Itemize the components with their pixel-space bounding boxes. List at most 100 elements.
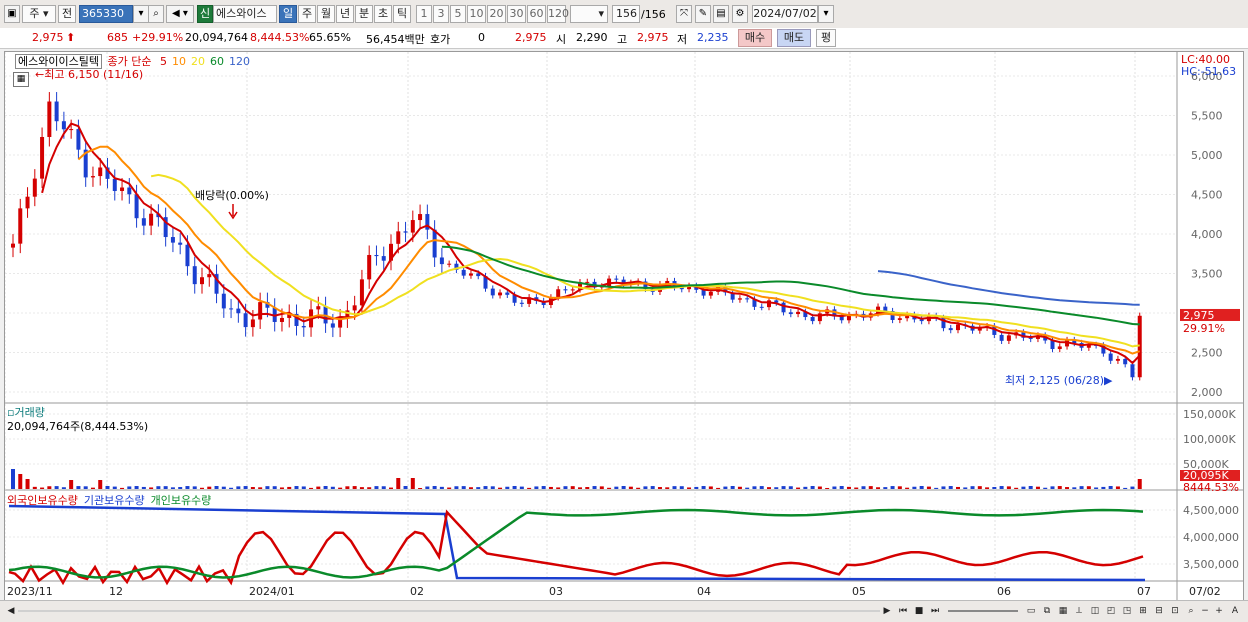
volume-bar: [156, 486, 161, 489]
tool5-icon[interactable]: ⊟: [1152, 604, 1166, 618]
foreign-line: [8, 509, 1144, 586]
interval-button-0[interactable]: 1: [416, 5, 432, 23]
split-icon[interactable]: ⧉: [1040, 604, 1054, 618]
interval-button-4[interactable]: 20: [487, 5, 506, 23]
market-select[interactable]: 주 ▾: [22, 5, 56, 23]
search-icon[interactable]: ⌕: [148, 5, 164, 23]
high-note-text: 최고 6,150 (11/16): [44, 68, 144, 81]
trade-amount: 56,454백만: [366, 33, 425, 46]
interval-button-3[interactable]: 10: [467, 5, 486, 23]
volume-bar: [345, 486, 350, 489]
volume-bar: [534, 486, 539, 489]
save-icon[interactable]: ▤: [713, 5, 729, 23]
tool3-icon[interactable]: ◳: [1120, 604, 1134, 618]
layout-icon[interactable]: ▣: [4, 5, 20, 23]
volume-summary: 20,094,764주(8,444.53%): [7, 420, 149, 433]
current-price-tag: 2,975: [1183, 309, 1215, 322]
tool6-icon[interactable]: ⊡: [1168, 604, 1182, 618]
volume-value: 20,094,764: [185, 31, 248, 44]
period-button-2[interactable]: 월: [317, 5, 335, 23]
scroll-track[interactable]: [18, 610, 880, 612]
eval-button[interactable]: 평: [816, 29, 836, 47]
code-dropdown-icon[interactable]: ▾: [133, 5, 149, 23]
volume-bar: [54, 486, 59, 489]
volume-bar: [18, 474, 23, 489]
table-icon[interactable]: ▦: [1056, 604, 1070, 618]
sell-button[interactable]: 매도: [777, 29, 811, 47]
candle-body: [1115, 358, 1120, 361]
volume-bar: [614, 486, 619, 489]
volume-bar: [861, 486, 866, 489]
holding-legend: 외국인보유수량 기관보유수량 개인보유수량: [7, 492, 217, 508]
volume-bar: [396, 478, 401, 489]
zoom-in-icon[interactable]: +: [1212, 604, 1226, 618]
interval-button-7[interactable]: 120: [547, 5, 569, 23]
volume-bar: [628, 486, 633, 489]
candle-body: [18, 208, 23, 244]
volume-bar: [11, 469, 15, 489]
period-button-0[interactable]: 일: [279, 5, 297, 23]
scroll-right-icon[interactable]: ▶: [880, 604, 894, 618]
chart-area[interactable]: 2023/11 12 2024/01 02 03 04 05 06 07 07/02 6,000 5,…: [4, 51, 1244, 607]
buy-button[interactable]: 매수: [738, 29, 772, 47]
date-input[interactable]: 2024/07/02: [752, 5, 818, 23]
interval-dropdown[interactable]: ▾: [570, 5, 608, 23]
volume-bar: [134, 486, 139, 489]
candle-body: [505, 292, 510, 295]
zoom-slider[interactable]: [948, 610, 1018, 612]
stock-name-field[interactable]: 에스와이스: [213, 5, 277, 23]
scroll-bar[interactable]: ◀ ▶ ⏮ ■ ⏭ ▭ ⧉ ▦ ⟂ ◫ ◰ ◳ ⊞ ⊟ ⊡ ⌕ − + A: [0, 600, 1248, 622]
volume-bar: [410, 478, 415, 489]
volume-bar: [643, 486, 648, 489]
window-icon[interactable]: ▭: [1024, 604, 1038, 618]
x-tick-label: 05: [852, 585, 866, 598]
volume-bar: [839, 486, 844, 489]
reset-icon[interactable]: ⤧: [676, 5, 692, 23]
volume-bar: [221, 486, 226, 489]
volume-bar: [83, 486, 88, 489]
volume-bar: [272, 486, 277, 489]
volume-bar: [1050, 486, 1055, 489]
period-button-1[interactable]: 주: [298, 5, 316, 23]
period-button-4[interactable]: 분: [355, 5, 373, 23]
scroll-left-icon[interactable]: ◀: [4, 604, 18, 618]
tool4-icon[interactable]: ⊞: [1136, 604, 1150, 618]
tool2-icon[interactable]: ◰: [1104, 604, 1118, 618]
volume-bar: [810, 486, 815, 489]
measure-icon[interactable]: ⟂: [1072, 604, 1086, 618]
period-button-5[interactable]: 초: [374, 5, 392, 23]
volume-bar: [774, 487, 779, 489]
period-button-6[interactable]: 틱: [393, 5, 411, 23]
volume-bar: [309, 487, 314, 489]
last-page-icon[interactable]: ⏭: [928, 604, 942, 618]
zoom-search-icon[interactable]: ⌕: [1184, 604, 1198, 618]
sound-icon[interactable]: ◀ ▾: [166, 5, 194, 23]
volume-bar: [1006, 486, 1011, 489]
grid-toggle-icon[interactable]: ▦: [13, 72, 29, 87]
font-size-icon[interactable]: A: [1228, 604, 1242, 618]
volume-bar: [447, 487, 452, 489]
interval-button-6[interactable]: 60: [527, 5, 546, 23]
first-page-icon[interactable]: ⏮: [896, 604, 910, 618]
draw-tool-icon[interactable]: ✎: [695, 5, 711, 23]
interval-button-5[interactable]: 30: [507, 5, 526, 23]
interval-button-2[interactable]: 5: [450, 5, 466, 23]
tool1-icon[interactable]: ◫: [1088, 604, 1102, 618]
volume-bar: [498, 487, 503, 489]
holding-axis-label: 4,000,000: [1183, 531, 1239, 544]
stock-code-input[interactable]: 365330: [79, 5, 133, 23]
volume-bar: [1043, 487, 1048, 489]
gear-icon[interactable]: ⚙: [732, 5, 748, 23]
zoom-out-icon[interactable]: −: [1198, 604, 1212, 618]
stop-icon[interactable]: ■: [912, 604, 926, 618]
count-input[interactable]: 156: [612, 5, 640, 23]
volume-bar: [214, 486, 219, 489]
type-button[interactable]: 전: [58, 5, 76, 23]
volume-bar: [694, 486, 699, 489]
candle-body: [32, 178, 37, 197]
candle-body: [120, 187, 125, 192]
period-button-3[interactable]: 년: [336, 5, 354, 23]
calendar-dropdown-icon[interactable]: ▾: [818, 5, 834, 23]
price-axis-label: 5,500: [1191, 110, 1223, 123]
interval-button-1[interactable]: 3: [433, 5, 449, 23]
